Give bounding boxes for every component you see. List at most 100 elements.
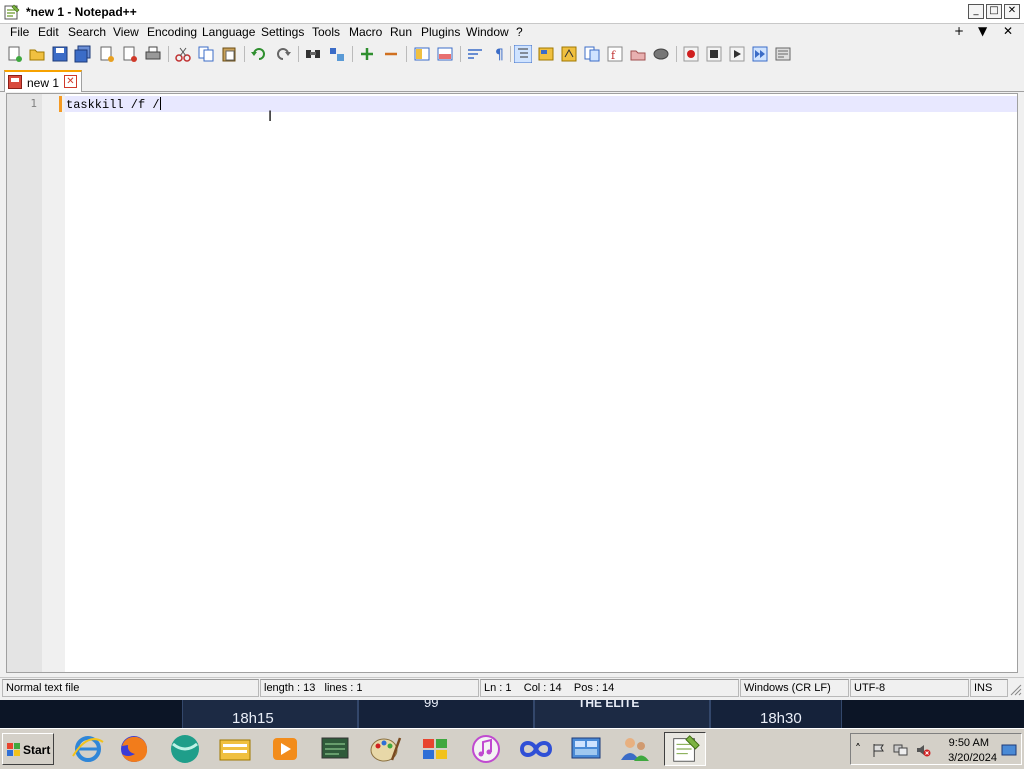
monitoring-icon[interactable] <box>652 45 670 63</box>
replace-icon[interactable] <box>328 45 346 63</box>
start-button[interactable]: Start <box>2 733 54 765</box>
taskbar-explorer[interactable] <box>214 732 256 766</box>
taskbar-paint[interactable] <box>364 732 406 766</box>
lang-icon[interactable] <box>537 45 555 63</box>
taskbar: Start ˄ 9:50 AM 3/20/2024 <box>0 728 1024 768</box>
windows-logo-icon <box>423 739 447 759</box>
word-wrap-icon[interactable] <box>466 45 484 63</box>
menu-file[interactable]: File <box>9 25 30 39</box>
status-lines: lines : 1 <box>324 682 363 694</box>
taskbar-firefox[interactable] <box>113 732 155 766</box>
menu-tools[interactable]: Tools <box>311 25 341 39</box>
internet-explorer-icon <box>72 736 104 762</box>
status-insert-mode[interactable]: INS <box>970 679 1008 697</box>
taskbar-users[interactable] <box>614 732 656 766</box>
open-file-icon[interactable] <box>28 45 46 63</box>
paint-palette-icon <box>370 737 402 762</box>
tab-close-icon[interactable]: ✕ <box>64 75 77 88</box>
notepadpp-window: *new 1 - Notepad++ _ □ ✕ File Edit Searc… <box>0 0 1024 700</box>
close-file-icon[interactable] <box>98 45 116 63</box>
menu-edit[interactable]: Edit <box>37 25 60 39</box>
print-icon[interactable] <box>144 45 162 63</box>
macro-stop-icon[interactable] <box>705 45 723 63</box>
paste-icon[interactable] <box>220 45 238 63</box>
menu-plugins[interactable]: Plugins <box>420 25 461 39</box>
clock-time[interactable]: 9:50 AM <box>949 737 989 749</box>
maximize-button[interactable]: □ <box>986 4 1002 19</box>
taskbar-ie[interactable] <box>67 732 109 766</box>
taskbar-windows[interactable] <box>414 732 456 766</box>
redo-icon[interactable] <box>274 45 292 63</box>
status-eol[interactable]: Windows (CR LF) <box>740 679 849 697</box>
status-length: length : 13 <box>264 682 316 694</box>
resize-grip-icon[interactable] <box>1008 682 1022 696</box>
toolbar: ¶ f <box>0 43 1024 67</box>
find-icon[interactable] <box>304 45 322 63</box>
taskbar-notepadpp[interactable] <box>664 732 706 766</box>
ibeam-cursor-icon: I <box>268 109 273 125</box>
current-line-highlight <box>65 96 1017 112</box>
window-title: *new 1 - Notepad++ <box>26 5 137 19</box>
menu-run[interactable]: Run <box>389 25 413 39</box>
save-all-icon[interactable] <box>74 45 92 63</box>
taskbar-control-panel[interactable] <box>565 732 607 766</box>
menu-bar: File Edit Search View Encoding Language … <box>0 24 1024 43</box>
udl-icon[interactable] <box>560 45 578 63</box>
menu-language[interactable]: Language <box>201 25 256 39</box>
taskbar-itunes[interactable] <box>465 732 507 766</box>
doc-map-icon[interactable] <box>583 45 601 63</box>
taskbar-app-3[interactable] <box>164 732 206 766</box>
save-icon[interactable] <box>51 45 69 63</box>
network-icon[interactable] <box>893 742 909 758</box>
copy-icon[interactable] <box>197 45 215 63</box>
cut-icon[interactable] <box>174 45 192 63</box>
tab-list-down-icon[interactable]: ▼ <box>978 24 987 38</box>
bg-panel <box>358 700 534 728</box>
undo-icon[interactable] <box>250 45 268 63</box>
new-tab-plus-icon[interactable]: + <box>954 24 964 38</box>
folder-workspace-icon[interactable] <box>629 45 647 63</box>
menu-search[interactable]: Search <box>67 25 107 39</box>
editor-area[interactable]: 1 taskkill /f / <box>6 93 1018 673</box>
notepadpp-app-icon <box>4 4 20 20</box>
code-line-text: taskkill /f / <box>66 98 160 112</box>
function-list-icon[interactable]: f <box>606 45 624 63</box>
windows-flag-icon <box>7 743 20 756</box>
status-encoding[interactable]: UTF-8 <box>850 679 969 697</box>
svg-text:¶: ¶ <box>495 47 504 63</box>
tab-new-1[interactable]: new 1 ✕ <box>4 70 82 92</box>
menu-encoding[interactable]: Encoding <box>146 25 198 39</box>
show-all-chars-icon[interactable]: ¶ <box>490 45 508 63</box>
new-file-icon[interactable] <box>6 45 24 63</box>
close-all-icon[interactable] <box>121 45 139 63</box>
sync-horizontal-icon[interactable] <box>436 45 454 63</box>
volume-muted-icon[interactable] <box>915 742 931 758</box>
macro-record-icon[interactable] <box>682 45 700 63</box>
sync-vertical-icon[interactable] <box>413 45 431 63</box>
menu-settings[interactable]: Settings <box>260 25 305 39</box>
taskbar-app-6[interactable] <box>314 732 356 766</box>
control-panel-icon <box>571 737 601 759</box>
clock-date[interactable]: 3/20/2024 <box>948 752 997 764</box>
zoom-in-icon[interactable] <box>358 45 376 63</box>
menu-macro[interactable]: Macro <box>348 25 383 39</box>
taskbar-app-10[interactable] <box>515 732 557 766</box>
zoom-out-icon[interactable] <box>382 45 400 63</box>
close-doc-x-icon[interactable]: ✕ <box>1003 24 1013 38</box>
macro-run-multiple-icon[interactable] <box>751 45 769 63</box>
indent-guide-icon[interactable] <box>514 45 532 63</box>
code-line[interactable]: taskkill /f / <box>66 97 161 112</box>
macro-save-icon[interactable] <box>774 45 792 63</box>
action-center-flag-icon[interactable] <box>871 742 887 758</box>
show-desktop-icon[interactable] <box>1001 742 1017 758</box>
menu-window[interactable]: Window <box>465 25 510 39</box>
minimize-button[interactable]: _ <box>968 4 984 19</box>
line-number-gutter <box>7 94 42 672</box>
show-hidden-icons-icon[interactable]: ˄ <box>855 742 871 758</box>
macro-play-icon[interactable] <box>728 45 746 63</box>
taskbar-media-player[interactable] <box>264 732 306 766</box>
title-bar[interactable]: *new 1 - Notepad++ _ □ ✕ <box>0 0 1024 24</box>
menu-help[interactable]: ? <box>515 25 524 39</box>
menu-view[interactable]: View <box>112 25 140 39</box>
close-button[interactable]: ✕ <box>1004 4 1020 19</box>
